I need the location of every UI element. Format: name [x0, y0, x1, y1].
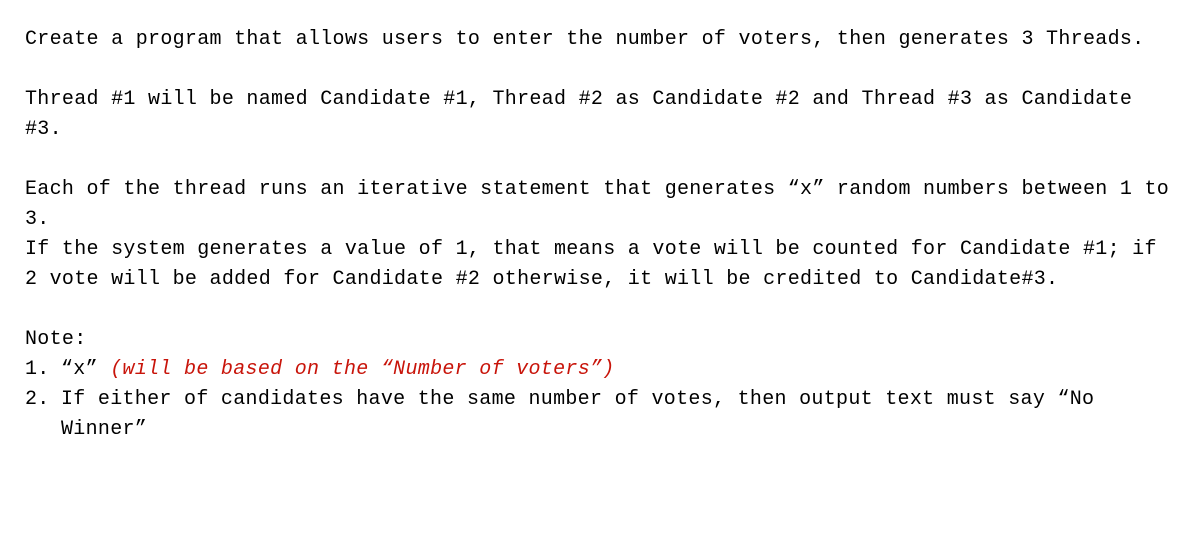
note-prefix-2: If either of candidates have the same nu…: [61, 388, 1094, 441]
note-item-2: 2. If either of candidates have the same…: [25, 385, 1175, 445]
note-emphasis-1: (will be based on the “Number of voters”…: [110, 358, 614, 381]
text-logic-line2: If the system generates a value of 1, th…: [25, 235, 1175, 295]
text-threads: Thread #1 will be named Candidate #1, Th…: [25, 88, 1132, 141]
note-prefix-1: “x”: [61, 358, 110, 381]
text-logic-line1: Each of the thread runs an iterative sta…: [25, 175, 1175, 235]
text-intro: Create a program that allows users to en…: [25, 28, 1144, 51]
paragraph-intro: Create a program that allows users to en…: [25, 25, 1175, 55]
note-heading: Note:: [25, 325, 1175, 355]
paragraph-threads: Thread #1 will be named Candidate #1, Th…: [25, 85, 1175, 145]
note-content-1: “x” (will be based on the “Number of vot…: [61, 355, 1175, 385]
note-number-2: 2.: [25, 385, 61, 445]
note-section: Note: 1. “x” (will be based on the “Numb…: [25, 325, 1175, 445]
paragraph-logic: Each of the thread runs an iterative sta…: [25, 175, 1175, 295]
note-item-1: 1. “x” (will be based on the “Number of …: [25, 355, 1175, 385]
note-number-1: 1.: [25, 355, 61, 385]
note-content-2: If either of candidates have the same nu…: [61, 385, 1175, 445]
